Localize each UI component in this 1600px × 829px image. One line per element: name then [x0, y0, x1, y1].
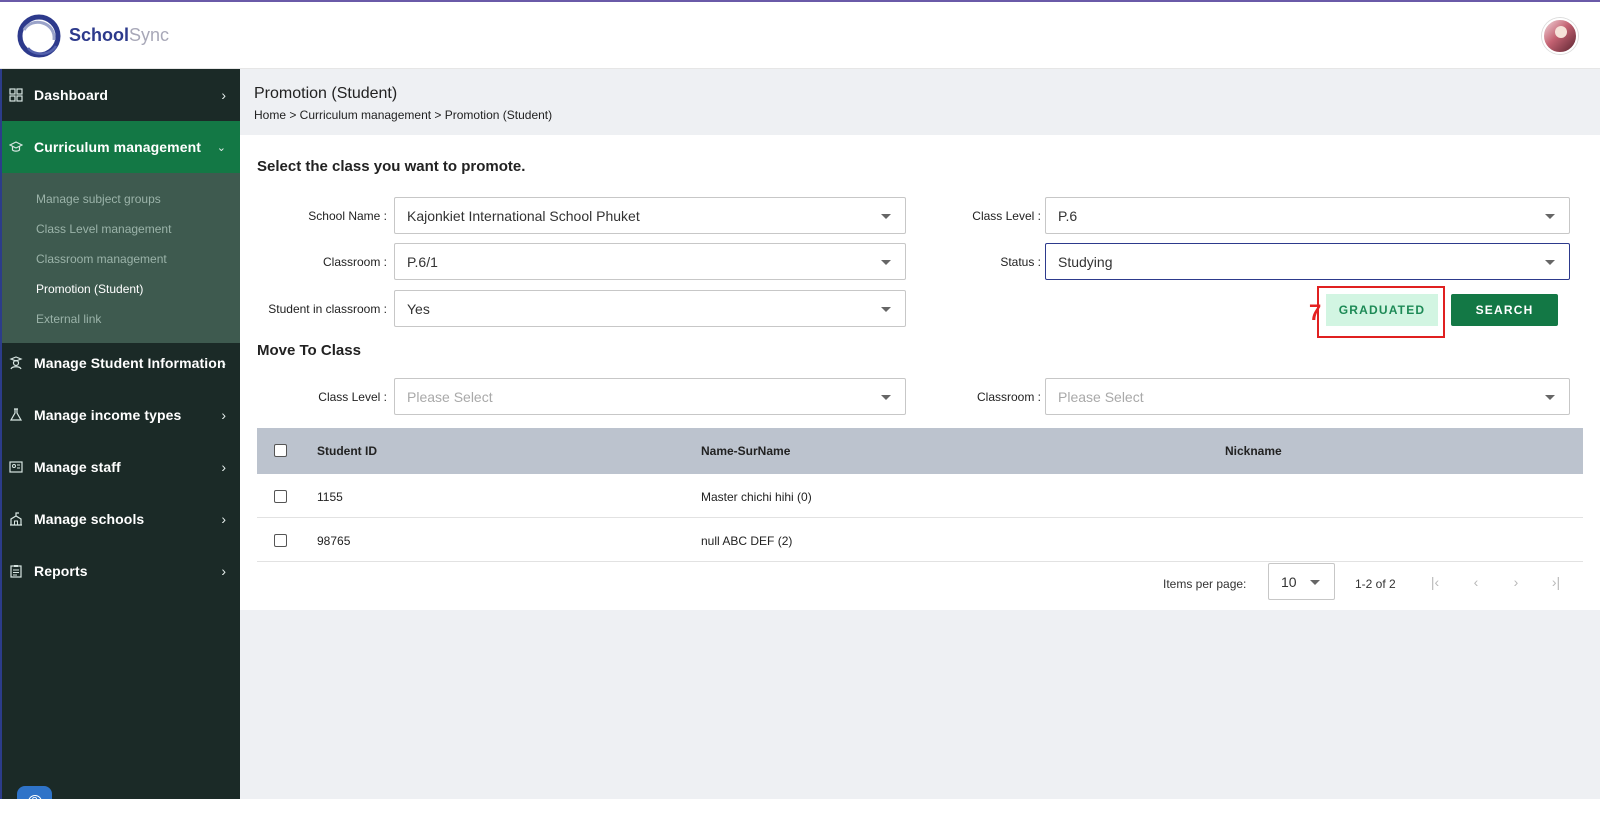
items-per-page-label: Items per page:	[1163, 577, 1247, 591]
caret-down-icon	[1545, 214, 1555, 219]
class-level-value: P.6	[1058, 208, 1078, 224]
submenu-item-manage-subject-groups[interactable]: Manage subject groups	[36, 192, 161, 206]
breadcrumb: Home > Curriculum management > Promotion…	[254, 108, 553, 122]
sidebar-item-label: Dashboard	[34, 87, 109, 103]
chevron-right-icon: ›	[221, 407, 226, 423]
brand-primary: School	[69, 25, 130, 45]
column-header-name-surname: Name-SurName	[701, 444, 791, 458]
page-size-select[interactable]: 10	[1268, 563, 1335, 600]
chevron-right-icon: ›	[221, 355, 226, 371]
chevron-right-icon: ›	[221, 459, 226, 475]
move-classroom-label: Classroom :	[976, 390, 1041, 404]
chevron-right-icon: ›	[221, 87, 226, 103]
move-classroom-placeholder: Please Select	[1058, 389, 1144, 405]
search-button[interactable]: SEARCH	[1451, 294, 1558, 326]
page-range: 1-2 of 2	[1355, 577, 1396, 591]
grid-icon	[9, 88, 23, 102]
previous-page-icon[interactable]: ‹	[1466, 572, 1486, 592]
submenu-item-classroom-management[interactable]: Classroom management	[36, 252, 167, 266]
caret-down-icon	[881, 214, 891, 219]
next-page-icon[interactable]: ›	[1506, 572, 1526, 592]
id-card-icon	[9, 460, 23, 474]
flask-icon	[9, 408, 23, 422]
sidebar-item-manage-income-types[interactable]: Manage income types ›	[2, 389, 240, 441]
status-select[interactable]: Studying	[1045, 243, 1570, 280]
sidebar-item-curriculum-management[interactable]: Curriculum management ⌄	[2, 121, 240, 173]
row-checkbox[interactable]	[274, 534, 287, 547]
user-avatar[interactable]	[1542, 18, 1578, 54]
caret-down-icon	[881, 260, 891, 265]
sidebar-item-label: Manage income types	[34, 407, 182, 423]
name-surname-cell: null ABC DEF (2)	[701, 534, 793, 548]
caret-down-icon	[881, 395, 891, 400]
select-class-heading: Select the class you want to promote.	[257, 158, 526, 175]
graduated-button[interactable]: GRADUATED	[1326, 294, 1438, 326]
page-footer	[0, 799, 1600, 829]
sidebar-item-label: Reports	[34, 563, 88, 579]
move-class-level-select[interactable]: Please Select	[394, 378, 906, 415]
student-in-classroom-label: Student in classroom :	[268, 302, 387, 316]
table-row[interactable]: 98765 null ABC DEF (2)	[257, 519, 1583, 562]
class-level-select[interactable]: P.6	[1045, 197, 1570, 234]
sidebar-item-dashboard[interactable]: Dashboard ›	[2, 69, 240, 121]
school-name-value: Kajonkiet International School Phuket	[407, 208, 640, 224]
classroom-value: P.6/1	[407, 254, 438, 270]
class-level-label: Class Level :	[972, 209, 1041, 223]
chevron-right-icon: ›	[221, 563, 226, 579]
sidebar-item-label: Manage schools	[34, 511, 145, 527]
caret-down-icon	[1310, 580, 1320, 585]
school-icon	[9, 512, 23, 526]
page-header: Promotion (Student) Home > Curriculum ma…	[240, 69, 1600, 135]
status-value: Studying	[1058, 254, 1113, 270]
row-checkbox[interactable]	[274, 490, 287, 503]
column-header-student-id: Student ID	[317, 444, 377, 458]
clipboard-icon	[9, 564, 23, 578]
sidebar-item-reports[interactable]: Reports ›	[2, 545, 240, 597]
classroom-select[interactable]: P.6/1	[394, 243, 906, 280]
move-classroom-select[interactable]: Please Select	[1045, 378, 1570, 415]
move-class-level-label: Class Level :	[318, 390, 387, 404]
top-bar: SchoolSync	[0, 0, 1600, 69]
brand-secondary: Sync	[129, 25, 170, 45]
sidebar-item-manage-staff[interactable]: Manage staff ›	[2, 441, 240, 493]
sidebar-item-label: Manage staff	[34, 459, 121, 475]
sidebar: Dashboard › Curriculum management ⌄ Mana…	[0, 69, 240, 799]
sidebar-item-manage-schools[interactable]: Manage schools ›	[2, 493, 240, 545]
page-title: Promotion (Student)	[254, 85, 398, 102]
sidebar-item-manage-student-information[interactable]: Manage Student Information ›	[2, 337, 240, 389]
chevron-down-icon: ⌄	[216, 141, 226, 154]
name-surname-cell: Master chichi hihi (0)	[701, 490, 812, 504]
status-label: Status :	[1000, 255, 1041, 269]
caret-down-icon	[1545, 260, 1555, 265]
student-icon	[9, 356, 23, 370]
schoolsync-logo[interactable]	[16, 12, 62, 60]
classroom-label: Classroom :	[322, 255, 387, 269]
student-id-cell: 98765	[317, 534, 351, 548]
select-all-checkbox[interactable]	[274, 444, 287, 457]
school-name-select[interactable]: Kajonkiet International School Phuket	[394, 197, 906, 234]
page-size-value: 10	[1281, 574, 1297, 590]
submenu-item-promotion-student[interactable]: Promotion (Student)	[36, 282, 143, 296]
submenu-item-external-link[interactable]: External link	[36, 312, 101, 326]
brand-name: SchoolSync	[69, 25, 169, 46]
graduation-cap-icon	[8, 140, 24, 154]
column-header-nickname: Nickname	[1225, 444, 1282, 458]
student-in-classroom-value: Yes	[407, 301, 430, 317]
sidebar-item-label: Manage Student Information	[34, 355, 226, 371]
caret-down-icon	[881, 307, 891, 312]
sidebar-item-label: Curriculum management	[34, 139, 202, 155]
school-name-label: School Name :	[308, 209, 387, 223]
students-table-header: Student ID Name-SurName Nickname	[257, 428, 1583, 474]
student-in-classroom-select[interactable]: Yes	[394, 290, 906, 327]
caret-down-icon	[1545, 395, 1555, 400]
student-id-cell: 1155	[317, 490, 343, 504]
curriculum-submenu: Manage subject groups Class Level manage…	[2, 173, 240, 343]
submenu-item-class-level-management[interactable]: Class Level management	[36, 222, 171, 236]
first-page-icon[interactable]: |‹	[1425, 572, 1445, 592]
table-row[interactable]: 1155 Master chichi hihi (0)	[257, 475, 1583, 518]
move-to-class-heading: Move To Class	[257, 342, 361, 359]
chevron-right-icon: ›	[221, 511, 226, 527]
last-page-icon[interactable]: ›|	[1546, 572, 1566, 592]
move-class-level-placeholder: Please Select	[407, 389, 493, 405]
